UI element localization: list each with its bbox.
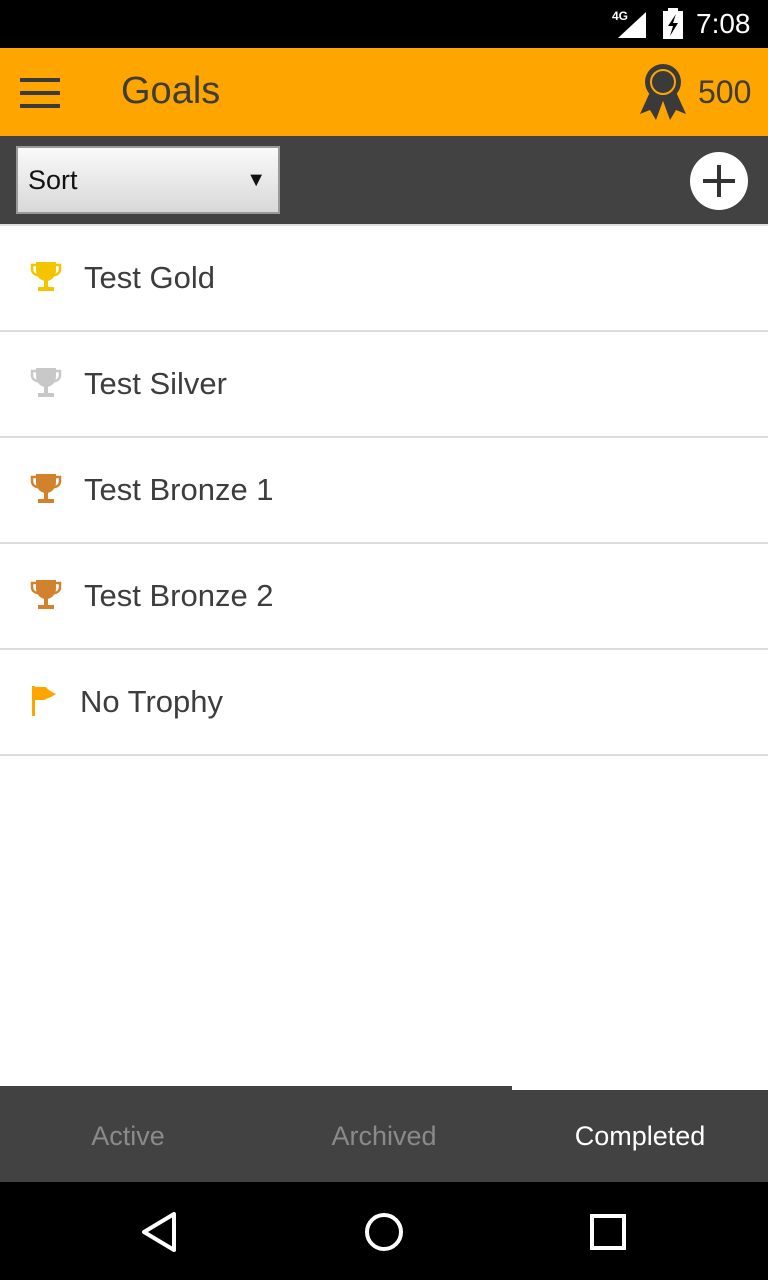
goal-list-item[interactable]: Test Bronze 2: [0, 544, 768, 650]
goal-list-item[interactable]: Test Silver: [0, 332, 768, 438]
tab-archived[interactable]: Archived: [256, 1086, 512, 1182]
trophy-icon: [30, 472, 62, 506]
goal-list-item[interactable]: Test Gold: [0, 226, 768, 332]
system-nav-bar: [0, 1182, 768, 1280]
goal-name: No Trophy: [80, 684, 224, 719]
clock: 7:08: [696, 8, 751, 39]
battery-icon: [663, 8, 683, 39]
bottom-tabs: Active Archived Completed: [0, 1086, 768, 1182]
trophy-icon: [30, 366, 62, 400]
goal-list: Test Gold Test Silver Test Bronze 1 Test Br…: [0, 224, 768, 756]
toolbar: Sort ▼: [0, 136, 768, 224]
goal-list-item[interactable]: Test Bronze 1: [0, 438, 768, 544]
cell-signal-icon: 4G: [612, 9, 646, 38]
app-bar: Goals 500: [0, 48, 768, 136]
goal-name: Test Bronze 2: [84, 578, 274, 613]
goal-name: Test Silver: [84, 366, 227, 401]
page-title: Goals: [121, 70, 221, 112]
recents-icon[interactable]: [586, 1210, 630, 1254]
hamburger-menu-icon[interactable]: [10, 64, 70, 120]
sort-dropdown-label: Sort: [28, 165, 78, 195]
home-icon[interactable]: [362, 1210, 406, 1254]
tab-completed[interactable]: Completed: [512, 1086, 768, 1182]
tab-active[interactable]: Active: [0, 1086, 256, 1182]
back-icon[interactable]: [138, 1210, 182, 1254]
trophy-icon: [30, 578, 62, 612]
flag-icon: [30, 684, 62, 718]
add-goal-button[interactable]: [690, 152, 748, 210]
network-type-label: 4G: [612, 9, 628, 23]
trophy-icon: [30, 260, 62, 294]
dropdown-arrow-icon: ▼: [246, 169, 266, 191]
goal-name: Test Bronze 1: [84, 472, 274, 507]
status-bar: 4G 7:08: [0, 0, 768, 48]
award-ribbon-icon: [640, 64, 686, 120]
sort-dropdown[interactable]: Sort ▼: [16, 146, 280, 214]
points-counter: 500: [698, 74, 752, 110]
goal-list-item[interactable]: No Trophy: [0, 650, 768, 756]
goal-name: Test Gold: [84, 260, 215, 295]
selected-tab-indicator: [512, 1086, 768, 1090]
